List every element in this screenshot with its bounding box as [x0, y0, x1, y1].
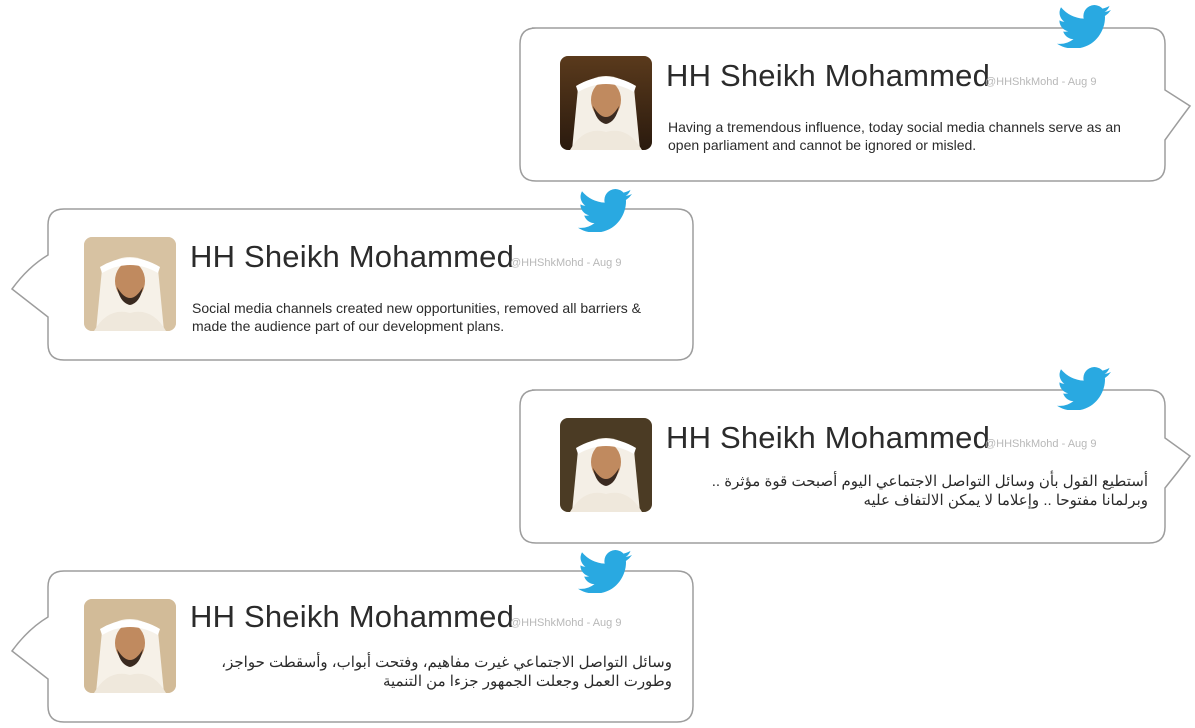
avatar — [560, 56, 652, 150]
author-name[interactable]: HH Sheikh Mohammed — [666, 58, 990, 94]
author-name[interactable]: HH Sheikh Mohammed — [666, 420, 990, 456]
twitter-bird-icon — [576, 549, 634, 594]
tweet-card: HH Sheikh Mohammed @HHShkMohd - Aug 9 So… — [0, 181, 694, 361]
tweet-text: أستطيع القول بأن وسائل التواصل الاجتماعي… — [711, 473, 1148, 509]
twitter-bird-icon — [1055, 4, 1113, 49]
author-handle-date[interactable]: @HHShkMohd - Aug 9 — [985, 76, 1096, 88]
twitter-bird-icon — [1055, 366, 1113, 411]
tweet-text: Having a tremendous influence, today soc… — [668, 119, 1121, 153]
author-handle-date[interactable]: @HHShkMohd - Aug 9 — [985, 438, 1096, 450]
twitter-bird-icon — [576, 188, 634, 233]
author-handle-date[interactable]: @HHShkMohd - Aug 9 — [510, 257, 621, 269]
tweet-text: وسائل التواصل الاجتماعي غيرت مفاهيم، وفت… — [221, 654, 672, 690]
tweet-card: HH Sheikh Mohammed @HHShkMohd - Aug 9 وس… — [0, 543, 694, 723]
avatar — [84, 599, 176, 693]
tweet-text: Social media channels created new opport… — [192, 300, 642, 334]
author-name[interactable]: HH Sheikh Mohammed — [190, 239, 514, 275]
author-handle-date[interactable]: @HHShkMohd - Aug 9 — [510, 617, 621, 629]
avatar — [84, 237, 176, 331]
avatar — [560, 418, 652, 512]
tweet-card: HH Sheikh Mohammed @HHShkMohd - Aug 9 أس… — [518, 362, 1192, 544]
tweet-card: HH Sheikh Mohammed @HHShkMohd - Aug 9 Ha… — [518, 0, 1192, 182]
author-name[interactable]: HH Sheikh Mohammed — [190, 599, 514, 635]
